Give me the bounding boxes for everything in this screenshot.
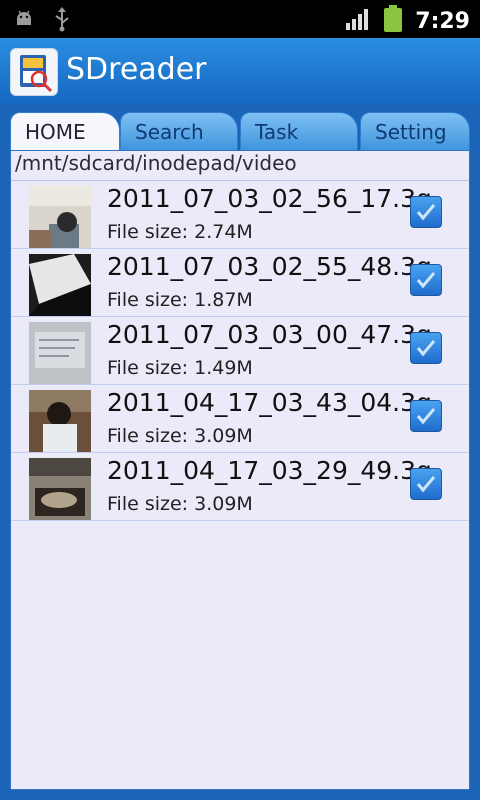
list-item[interactable]: 2011_04_17_03_43_04.3g File size: 3.09M [11, 385, 469, 453]
list-item[interactable]: 2011_04_17_03_29_49.3g File size: 3.09M [11, 453, 469, 521]
usb-icon [52, 6, 72, 36]
file-name: 2011_07_03_02_56_17.3g [107, 184, 432, 213]
file-list: 2011_07_03_02_56_17.3g File size: 2.74M … [11, 181, 469, 521]
app-title: SDreader [66, 52, 207, 87]
list-item[interactable]: 2011_07_03_02_56_17.3g File size: 2.74M [11, 181, 469, 249]
checkmark-icon [416, 340, 436, 357]
tab-bar: HOME Search Task Setting [0, 104, 480, 150]
file-name: 2011_07_03_03_00_47.3g [107, 320, 432, 349]
tab-search-label: Search [135, 120, 204, 144]
select-checkbox[interactable] [410, 468, 442, 500]
video-thumbnail [29, 322, 91, 384]
current-path: /mnt/sdcard/inodepad/video [15, 151, 297, 175]
file-name: 2011_04_17_03_43_04.3g [107, 388, 432, 417]
file-size: File size: 3.09M [107, 425, 253, 447]
status-bar: 7:29 [0, 0, 480, 38]
select-checkbox[interactable] [410, 400, 442, 432]
file-list-panel: /mnt/sdcard/inodepad/video 2011_07_03_02… [10, 150, 470, 790]
battery-icon [383, 5, 403, 37]
video-thumbnail [29, 186, 91, 248]
tab-search[interactable]: Search [120, 112, 238, 150]
file-name: 2011_07_03_02_55_48.3g [107, 252, 432, 281]
file-size: File size: 2.74M [107, 221, 253, 243]
checkmark-icon [416, 204, 436, 221]
video-thumbnail [29, 390, 91, 452]
file-name: 2011_04_17_03_29_49.3g [107, 456, 432, 485]
checkmark-icon [416, 408, 436, 425]
app-title-bar: SDreader [0, 38, 480, 104]
checkmark-icon [416, 272, 436, 289]
tab-setting[interactable]: Setting [360, 112, 470, 150]
tab-setting-label: Setting [375, 120, 447, 144]
list-item[interactable]: 2011_07_03_03_00_47.3g File size: 1.49M [11, 317, 469, 385]
video-thumbnail [29, 254, 91, 316]
tab-task-label: Task [255, 120, 299, 144]
status-bar-right: 7:29 [345, 5, 470, 37]
signal-icon [345, 7, 371, 35]
status-bar-left [12, 6, 72, 36]
list-item[interactable]: 2011_07_03_02_55_48.3g File size: 1.87M [11, 249, 469, 317]
file-size: File size: 1.87M [107, 289, 253, 311]
video-thumbnail [29, 458, 91, 520]
tab-task[interactable]: Task [240, 112, 358, 150]
tab-home[interactable]: HOME [10, 112, 120, 150]
status-time: 7:29 [415, 8, 470, 34]
select-checkbox[interactable] [410, 196, 442, 228]
select-checkbox[interactable] [410, 332, 442, 364]
tab-home-label: HOME [25, 120, 86, 144]
file-size: File size: 1.49M [107, 357, 253, 379]
sd-card-icon [10, 48, 58, 96]
file-size: File size: 3.09M [107, 493, 253, 515]
checkmark-icon [416, 476, 436, 493]
select-checkbox[interactable] [410, 264, 442, 296]
android-debug-icon [12, 7, 36, 35]
